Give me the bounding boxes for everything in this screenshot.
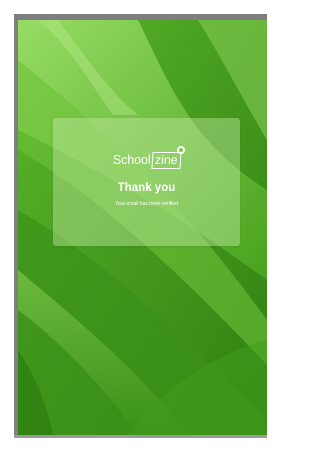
confirmation-card: School zine Thank you Your email has been… (53, 118, 240, 246)
thank-you-heading: Thank you (117, 182, 176, 194)
verification-message: Your email has been verified (115, 201, 178, 207)
frame-bottom-border (14, 435, 267, 438)
device-frame: School zine Thank you Your email has been… (0, 0, 267, 452)
schoolzine-logo: School zine (53, 146, 240, 171)
logo-badge-icon (177, 146, 186, 154)
logo-text-zine: zine (150, 152, 181, 169)
background-image: School zine Thank you Your email has been… (18, 20, 267, 435)
logo-text-school: School (112, 153, 151, 167)
logo-wordmark: School zine (112, 146, 186, 171)
